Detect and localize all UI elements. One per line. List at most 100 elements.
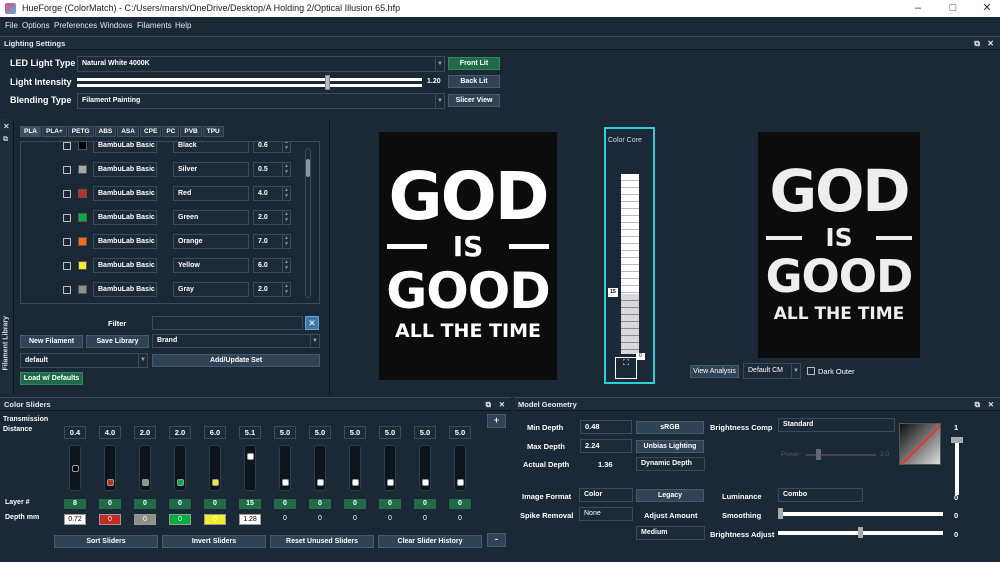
- brand-field[interactable]: BambuLab Basic: [93, 258, 157, 273]
- tab-asa[interactable]: ASA: [117, 126, 139, 137]
- slider-track[interactable]: [139, 445, 151, 491]
- color-slider[interactable]: 5.0 0 0: [273, 426, 299, 526]
- core-bottom-marker[interactable]: 0: [636, 353, 645, 360]
- layer-value[interactable]: 0: [274, 499, 296, 509]
- filament-checkbox[interactable]: [63, 166, 71, 174]
- float-icon[interactable]: ⧉: [975, 398, 980, 411]
- spike-removal-select[interactable]: None: [579, 507, 633, 521]
- color-slider[interactable]: 5.0 0 0: [413, 426, 439, 526]
- slider-handle[interactable]: [212, 479, 219, 486]
- list-item[interactable]: BambuLab Basic Yellow 6.0 ▲ ▼: [21, 258, 311, 274]
- smoothing-handle[interactable]: [778, 508, 783, 519]
- led-type-select[interactable]: Natural White 4000K ▼: [77, 56, 445, 72]
- tab-abs[interactable]: ABS: [94, 126, 117, 137]
- slider-track[interactable]: [174, 445, 186, 491]
- tab-tpu[interactable]: TPU: [202, 126, 224, 137]
- srgb-button[interactable]: sRGB: [636, 421, 704, 434]
- spin-icon[interactable]: ▲ ▼: [282, 283, 290, 296]
- slider-handle[interactable]: [177, 479, 184, 486]
- luminance-select[interactable]: Combo: [778, 488, 863, 502]
- spin-icon[interactable]: ▲ ▼: [282, 163, 290, 176]
- menu-filaments[interactable]: Filaments: [137, 21, 172, 30]
- brand-field[interactable]: BambuLab Basic: [93, 142, 157, 153]
- slider-track[interactable]: [279, 445, 291, 491]
- spin-icon[interactable]: ▲ ▼: [282, 211, 290, 224]
- list-item[interactable]: BambuLab Basic Black 0.6 ▲ ▼: [21, 142, 311, 154]
- color-slider[interactable]: 5.1 15 1.28: [238, 426, 264, 526]
- list-item[interactable]: BambuLab Basic Silver 0.5 ▲ ▼: [21, 162, 311, 178]
- filament-checkbox[interactable]: [63, 286, 71, 294]
- slider-track[interactable]: [244, 445, 256, 491]
- intensity-slider[interactable]: [77, 75, 422, 91]
- td-value-box[interactable]: 4.0: [99, 426, 121, 439]
- brand-field[interactable]: BambuLab Basic: [93, 186, 157, 201]
- menu-options[interactable]: Options: [22, 21, 50, 30]
- smoothing-slider[interactable]: [778, 512, 943, 516]
- min-depth-input[interactable]: 0.48: [580, 420, 632, 434]
- spin-icon[interactable]: ▲ ▼: [282, 187, 290, 200]
- adjust-amount-select[interactable]: Medium: [636, 526, 705, 540]
- layer-value[interactable]: 0: [379, 499, 401, 509]
- expand-icon[interactable]: ⛶: [615, 357, 637, 379]
- spin-icon[interactable]: ▲ ▼: [282, 235, 290, 248]
- slider-handle[interactable]: [457, 479, 464, 486]
- slider-track[interactable]: [419, 445, 431, 491]
- menu-preferences[interactable]: Preferences: [54, 21, 97, 30]
- td-value-box[interactable]: 2.0: [169, 426, 191, 439]
- filament-checkbox[interactable]: [63, 190, 71, 198]
- slider-handle[interactable]: [142, 479, 149, 486]
- list-item[interactable]: BambuLab Basic Gray 2.0 ▲ ▼: [21, 282, 311, 298]
- td-value-box[interactable]: 6.0: [204, 426, 226, 439]
- td-value-box[interactable]: 5.0: [274, 426, 296, 439]
- tab-pc[interactable]: PC: [162, 126, 180, 137]
- layer-value[interactable]: 0: [134, 499, 156, 509]
- filter-input[interactable]: [152, 316, 303, 330]
- color-slider[interactable]: 5.0 0 0: [308, 426, 334, 526]
- color-slider[interactable]: 6.0 0 0: [203, 426, 229, 526]
- blend-type-select[interactable]: Filament Painting ▼: [77, 93, 445, 109]
- close-panel-icon[interactable]: ✕: [3, 122, 10, 131]
- td-value-box[interactable]: 0.4: [64, 426, 86, 439]
- spin-icon[interactable]: ▲ ▼: [282, 259, 290, 272]
- cm-select[interactable]: Default CM ▼: [743, 363, 801, 379]
- brand-field[interactable]: BambuLab Basic: [93, 282, 157, 297]
- unbias-lighting-button[interactable]: Unbias Lighting: [636, 440, 704, 453]
- td-value-box[interactable]: 5.0: [344, 426, 366, 439]
- tab-pla[interactable]: PLA: [20, 126, 41, 137]
- float-icon[interactable]: ⧉: [3, 136, 8, 144]
- set-select[interactable]: default ▼: [20, 353, 148, 368]
- name-field[interactable]: Orange: [173, 234, 249, 249]
- view-analysis-button[interactable]: View Analysis: [690, 365, 739, 378]
- name-field[interactable]: Yellow: [173, 258, 249, 273]
- float-icon[interactable]: ⧉: [974, 37, 980, 50]
- dynamic-depth-select[interactable]: Dynamic Depth: [636, 457, 705, 471]
- reset-unused-sliders-button[interactable]: Reset Unused Sliders: [270, 535, 374, 548]
- slider-handle[interactable]: [247, 453, 254, 461]
- add-update-set-button[interactable]: Add/Update Set: [152, 354, 320, 367]
- brand-field[interactable]: BambuLab Basic: [93, 234, 157, 249]
- slider-handle[interactable]: [72, 464, 79, 472]
- td-field[interactable]: 2.0 ▲ ▼: [253, 210, 291, 225]
- maximize-icon[interactable]: □: [941, 1, 965, 15]
- core-layer-marker[interactable]: 15: [608, 288, 618, 297]
- filament-checkbox[interactable]: [63, 142, 71, 150]
- layer-value[interactable]: 0: [309, 499, 331, 509]
- close-panel-icon[interactable]: ✕: [499, 398, 505, 411]
- filament-checkbox[interactable]: [63, 262, 71, 270]
- td-field[interactable]: 6.0 ▲ ▼: [253, 258, 291, 273]
- td-field[interactable]: 0.5 ▲ ▼: [253, 162, 291, 177]
- td-field[interactable]: 7.0 ▲ ▼: [253, 234, 291, 249]
- td-field[interactable]: 4.0 ▲ ▼: [253, 186, 291, 201]
- new-filament-button[interactable]: New Filament: [20, 335, 83, 348]
- color-slider[interactable]: 4.0 0 0: [98, 426, 124, 526]
- tab-cpe[interactable]: CPE: [139, 126, 162, 137]
- slider-handle[interactable]: [422, 479, 429, 486]
- color-slider[interactable]: 5.0 0 0: [448, 426, 474, 526]
- menu-windows[interactable]: Windows: [100, 21, 132, 30]
- td-value-box[interactable]: 5.1: [239, 426, 261, 439]
- list-item[interactable]: BambuLab Basic Green 2.0 ▲ ▼: [21, 210, 311, 226]
- slider-track[interactable]: [104, 445, 116, 491]
- menu-file[interactable]: File: [5, 21, 18, 30]
- add-slider-button[interactable]: +: [487, 414, 506, 428]
- list-item[interactable]: BambuLab Basic Orange 7.0 ▲ ▼: [21, 234, 311, 250]
